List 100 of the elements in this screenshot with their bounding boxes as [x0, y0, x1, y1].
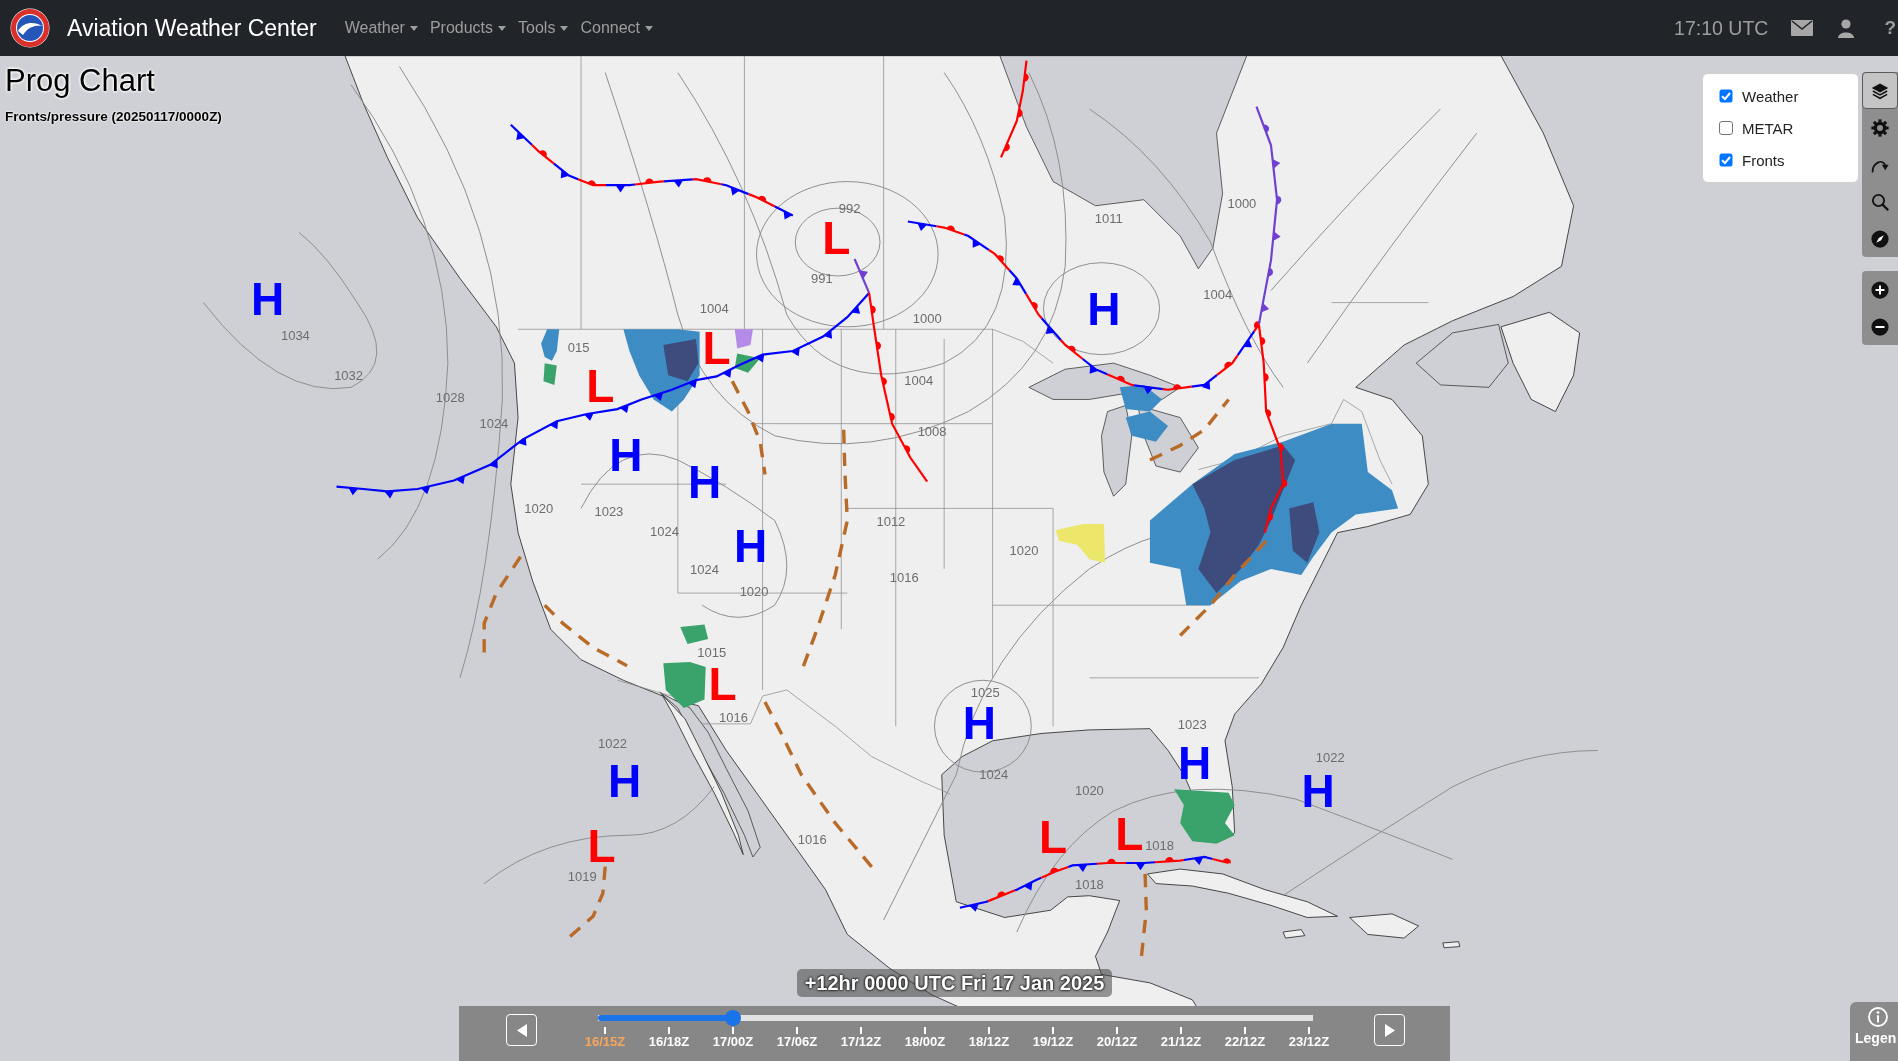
caret-icon: [560, 25, 569, 31]
compass-icon: [1871, 229, 1889, 248]
nav-menu-button[interactable]: Tools: [518, 15, 569, 41]
pressure-value: 1019: [567, 869, 597, 883]
pressure-value: 1004: [904, 373, 934, 387]
pressure-value: 1032: [334, 368, 364, 382]
high-pressure-marker: H: [733, 529, 768, 566]
timeline-tick[interactable]: 20/12Z: [1096, 1034, 1138, 1050]
pressure-value: 1008: [917, 424, 947, 438]
caret-icon: [409, 25, 418, 31]
timeline-tick[interactable]: 23/12Z: [1288, 1034, 1330, 1050]
clock-text: 17:10 UTC: [1674, 16, 1769, 40]
pressure-value: 1012: [876, 514, 906, 527]
high-pressure-marker: H: [962, 705, 996, 742]
pressure-value: 1016: [719, 710, 748, 724]
precipitation-area: [1055, 524, 1106, 563]
precipitation-area: [680, 624, 709, 644]
pressure-value: 1015: [697, 645, 727, 659]
timeline-tick[interactable]: 16/18Z: [648, 1034, 690, 1050]
pressure-value: 1023: [1177, 717, 1207, 731]
right-triangle-icon: [1384, 1023, 1395, 1037]
pressure-value: 992: [838, 201, 861, 215]
pressure-value: 1020: [1009, 543, 1039, 556]
logo-icon[interactable]: [10, 8, 50, 48]
pressure-value: 015: [567, 340, 590, 354]
pressure-value: 1016: [797, 832, 827, 846]
pressure-value: 1020: [739, 584, 769, 598]
timeline-tick[interactable]: 18/12Z: [968, 1034, 1010, 1050]
mail-icon[interactable]: [1791, 20, 1814, 36]
pressure-value: 1016: [889, 570, 919, 584]
timeline-tick[interactable]: 19/12Z: [1032, 1034, 1074, 1050]
timeline-tick[interactable]: 18/00Z: [904, 1034, 946, 1050]
caret-icon: [498, 25, 507, 31]
nav-menu-button[interactable]: Products: [429, 15, 507, 41]
pressure-value: 1024: [979, 767, 1009, 780]
info-icon: [1868, 1007, 1888, 1027]
pressure-value: 1024: [479, 416, 509, 429]
pressure-value: 1025: [970, 685, 1000, 699]
timeline-tick[interactable]: 17/12Z: [840, 1034, 882, 1050]
island: [1282, 929, 1306, 939]
low-pressure-marker: L: [822, 220, 851, 257]
island: [1349, 913, 1420, 939]
low-pressure-marker: L: [587, 829, 616, 866]
high-pressure-marker: H: [1178, 745, 1212, 782]
pressure-value: 991: [811, 271, 833, 285]
precipitation-area: [543, 363, 557, 385]
low-pressure-marker: L: [586, 369, 615, 406]
high-pressure-marker: H: [1301, 773, 1335, 810]
pressure-value: 1004: [1203, 287, 1233, 301]
low-pressure-marker: L: [708, 667, 737, 704]
nav-menu-button[interactable]: Connect: [580, 15, 653, 41]
layer-checkbox[interactable]: [1719, 121, 1733, 135]
search-icon: [1871, 192, 1889, 211]
pressure-value: 1022: [1315, 750, 1345, 763]
pressure-value: 1011: [1094, 211, 1123, 225]
layer-label[interactable]: Fronts: [1742, 151, 1785, 169]
nav-menu-button[interactable]: Weather: [344, 15, 418, 41]
pressure-value: 1020: [524, 501, 554, 515]
timeline-slider-thumb[interactable]: [725, 1010, 742, 1026]
pressure-value: 1004: [699, 301, 729, 314]
pressure-value: 1000: [912, 311, 942, 325]
pressure-value: 1024: [650, 524, 679, 538]
chart-subtitle: Fronts/pressure (20250117/0000Z): [5, 108, 222, 126]
timeline-tick[interactable]: 21/12Z: [1160, 1034, 1202, 1050]
precipitation-area: [541, 329, 560, 361]
precipitation-area: [1119, 384, 1163, 412]
pressure-value: 1023: [594, 504, 624, 518]
settings-icon: [1871, 118, 1889, 137]
help-button[interactable]: ?: [1884, 17, 1896, 39]
layer-checkbox[interactable]: [1719, 89, 1733, 103]
timeline-tick[interactable]: 17/00Z: [712, 1034, 754, 1050]
high-pressure-marker: H: [608, 764, 642, 800]
pressure-value: 1034: [280, 328, 310, 342]
layers-icon: [1871, 81, 1889, 100]
occluded-front: [853, 258, 871, 294]
pressure-value: 1000: [1227, 196, 1257, 210]
left-triangle-icon: [516, 1023, 527, 1037]
layer-label[interactable]: METAR: [1742, 119, 1794, 137]
pressure-value: 1024: [690, 562, 719, 576]
next-step-button[interactable]: [1374, 1014, 1405, 1046]
previous-step-button[interactable]: [506, 1014, 537, 1046]
low-pressure-marker: L: [1039, 819, 1068, 856]
layer-checkbox[interactable]: [1719, 153, 1733, 167]
high-pressure-marker: H: [687, 465, 722, 501]
precipitation-area: [734, 329, 753, 349]
pressure-value: 1020: [1074, 783, 1104, 797]
legend-button[interactable]: Legen: [1850, 1002, 1898, 1061]
layers-button[interactable]: [1862, 72, 1898, 109]
low-pressure-marker: L: [1115, 817, 1144, 854]
layer-label[interactable]: Weather: [1742, 87, 1799, 105]
timeline-tick[interactable]: 17/06Z: [776, 1034, 818, 1050]
precipitation-area: [734, 353, 761, 373]
chart-title: Prog Chart: [5, 62, 155, 100]
timeline-tick[interactable]: 22/12Z: [1224, 1034, 1266, 1050]
site-title[interactable]: Aviation Weather Center: [67, 14, 317, 42]
high-pressure-marker: H: [609, 438, 643, 475]
high-pressure-marker: H: [1087, 291, 1121, 328]
precipitation-area: [1125, 411, 1169, 442]
trough-line: [568, 866, 607, 938]
person-icon[interactable]: [1837, 18, 1856, 38]
